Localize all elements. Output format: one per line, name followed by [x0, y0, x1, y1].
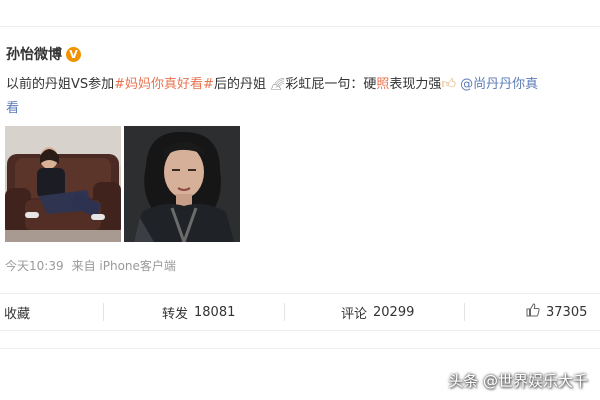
- highlighted-text: 照: [376, 77, 390, 92]
- mention-link-continued[interactable]: 看: [6, 101, 19, 116]
- thumbs-up-emoji-icon: 👍︎: [441, 76, 457, 92]
- post-text: 以前的丹姐VS参加#妈妈你真好看#后的丹姐 🌈︎彩虹屁一句：硬照表现力强👍︎ @…: [6, 72, 600, 121]
- mention-link[interactable]: @尚丹丹你真: [460, 77, 538, 92]
- action-divider: [284, 303, 285, 321]
- action-divider: [464, 303, 465, 321]
- post-text-part: 后的丹姐: [213, 77, 271, 92]
- like-button[interactable]: 37305: [526, 294, 587, 330]
- hashtag-link[interactable]: #妈妈你真好看#: [114, 77, 214, 92]
- favorite-label: 收藏: [4, 306, 31, 322]
- top-divider: [0, 26, 600, 27]
- author-name[interactable]: 孙怡微博: [6, 44, 62, 64]
- post-photo-2[interactable]: [124, 126, 240, 242]
- rainbow-emoji-icon: 🌈︎: [270, 77, 286, 91]
- repost-label: 转发: [162, 306, 189, 322]
- action-bar: 收藏 转发 18081 评论 20299 37305: [0, 293, 600, 331]
- comment-label: 评论: [341, 306, 368, 322]
- comment-count: 20299: [373, 304, 415, 320]
- photo-portrait-woman: [124, 126, 240, 242]
- post-text-part: 以前的丹姐VS参加: [6, 77, 115, 92]
- post-photo-1[interactable]: [5, 126, 121, 242]
- favorite-button[interactable]: 收藏: [4, 294, 30, 330]
- post-text-part: 彩虹屁一句：硬: [285, 77, 377, 92]
- watermark: 头条 @世界娱乐大千: [448, 372, 588, 390]
- post-source[interactable]: 来自 iPhone客户端: [72, 257, 176, 274]
- post-text-part: 表现力强: [389, 77, 442, 92]
- post-time[interactable]: 今天10:39: [5, 257, 64, 274]
- post-meta: 今天10:39 来自 iPhone客户端: [5, 257, 176, 274]
- photo-sofa-woman: [5, 126, 121, 242]
- author-row: 孙怡微博 V: [6, 44, 81, 64]
- comment-button[interactable]: 评论 20299: [341, 294, 414, 330]
- footer-divider: [0, 348, 600, 349]
- like-icon: [526, 303, 540, 321]
- repost-count: 18081: [194, 304, 236, 320]
- repost-button[interactable]: 转发 18081: [162, 294, 235, 330]
- action-divider: [103, 303, 104, 321]
- like-count: 37305: [546, 304, 588, 320]
- verified-badge-icon: V: [66, 46, 81, 62]
